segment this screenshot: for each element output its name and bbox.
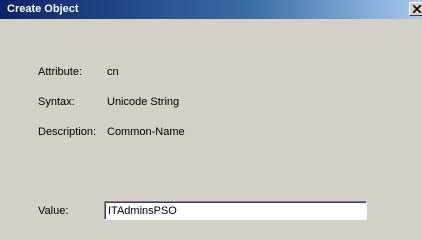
- description-label: Description:: [38, 126, 97, 138]
- window-title: Create Object: [7, 3, 79, 15]
- close-icon: [413, 5, 421, 13]
- create-object-dialog: Create Object Attribute: cn Syntax: Unic…: [0, 0, 422, 240]
- close-button[interactable]: [409, 2, 422, 16]
- attribute-label: Attribute:: [38, 66, 83, 78]
- title-bar[interactable]: Create Object: [0, 0, 422, 19]
- value-input[interactable]: [104, 201, 367, 220]
- description-value: Common-Name: [107, 126, 185, 138]
- value-label: Value:: [38, 205, 69, 217]
- attribute-value: cn: [107, 66, 119, 78]
- syntax-label: Syntax:: [38, 96, 75, 108]
- syntax-value: Unicode String: [107, 96, 180, 108]
